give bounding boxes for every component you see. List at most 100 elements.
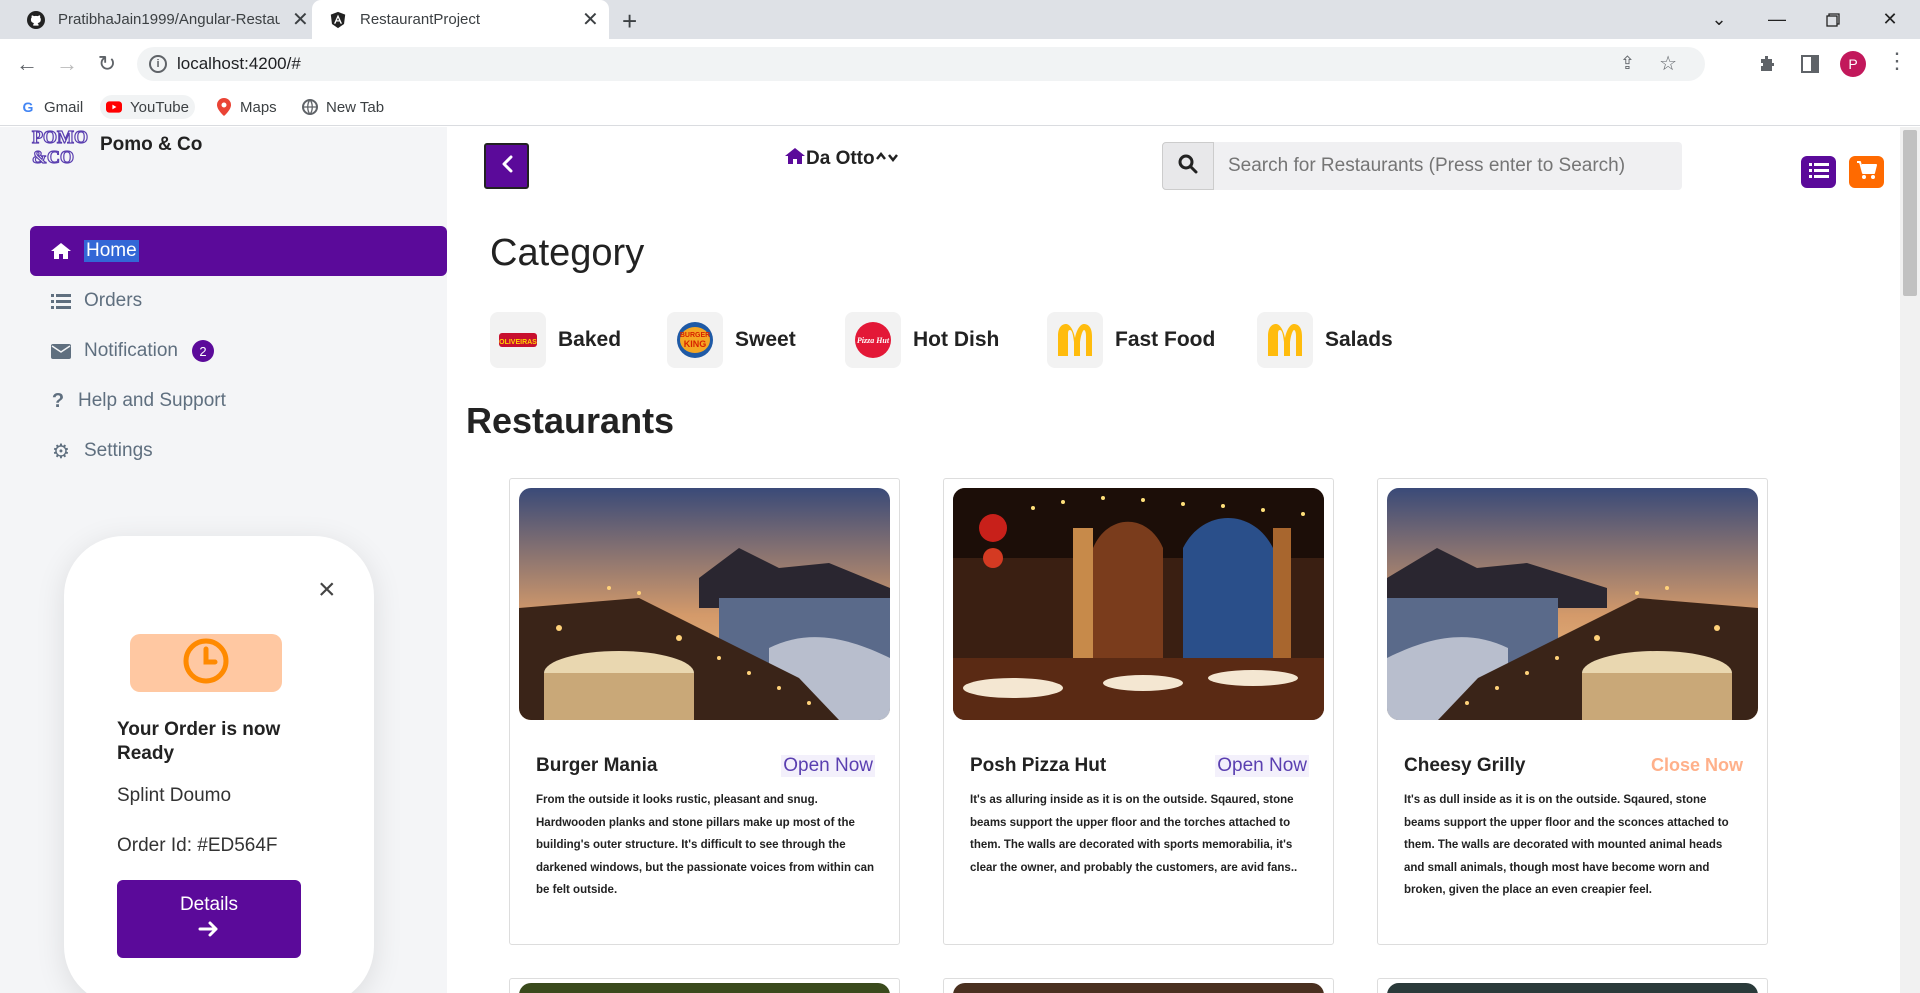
restaurant-description: It's as alluring inside as it is on the …: [970, 794, 1298, 874]
sidebar-item-settings[interactable]: ⚙ Settings: [30, 426, 447, 476]
svg-text:BURGER: BURGER: [680, 332, 710, 339]
restaurant-image: [1387, 488, 1758, 720]
restaurant-status: Open Now: [781, 755, 875, 777]
restaurant-card[interactable]: [1377, 978, 1768, 993]
envelope-icon: [50, 343, 72, 359]
category-logo: BURGER KING: [667, 312, 723, 368]
tab-restaurantproject[interactable]: RestaurantProject ✕: [312, 0, 609, 39]
sidebar-item-label: Orders: [84, 290, 143, 311]
notification-badge: 2: [192, 340, 214, 362]
minimize-icon[interactable]: —: [1749, 0, 1805, 39]
google-icon: G: [22, 99, 34, 115]
bookmark-new-tab[interactable]: New Tab: [296, 95, 390, 119]
profile-avatar[interactable]: P: [1840, 51, 1866, 77]
home-icon: [50, 242, 72, 260]
tab-search-icon[interactable]: ⌄: [1691, 0, 1747, 39]
category-label: Sweet: [735, 328, 796, 351]
cart-icon: [1856, 160, 1878, 185]
tab-close-icon[interactable]: ✕: [292, 7, 309, 32]
restaurant-name: Burger Mania: [536, 755, 658, 776]
sidebar-item-help[interactable]: ? Help and Support: [30, 376, 447, 426]
category-item-hot-dish[interactable]: Pizza Hut Hot Dish: [845, 312, 999, 368]
category-logo: [1047, 312, 1103, 368]
category-heading: Category: [490, 232, 645, 274]
list-view-button[interactable]: [1801, 156, 1836, 188]
tab-github[interactable]: PratibhaJain1999/Angular-Restau ✕: [10, 0, 310, 39]
question-icon: ?: [51, 389, 65, 412]
close-icon[interactable]: ×: [318, 573, 336, 607]
back-nav-icon[interactable]: ←: [13, 50, 41, 78]
brand-logo[interactable]: POMO &CO: [30, 126, 88, 167]
restaurant-image: [519, 488, 890, 720]
clock-badge: [130, 634, 282, 692]
side-panel-icon[interactable]: [1801, 55, 1819, 78]
menu-dots-icon[interactable]: ⋮: [1886, 48, 1908, 74]
angular-icon: [328, 10, 348, 30]
category-label: Fast Food: [1115, 328, 1216, 351]
search-input[interactable]: [1228, 155, 1668, 177]
category-item-baked[interactable]: OLIVEIRAS Baked: [490, 312, 621, 368]
restaurant-description: From the outside it looks rustic, pleasa…: [536, 794, 875, 896]
bookmark-maps[interactable]: Maps: [210, 95, 283, 119]
svg-text:OLIVEIRAS: OLIVEIRAS: [499, 339, 537, 346]
back-button[interactable]: [484, 143, 529, 189]
list-icon: [50, 293, 72, 309]
bookmark-youtube[interactable]: YouTube: [100, 95, 195, 119]
chevron-up-down-icon: [875, 148, 899, 170]
search-bar: [1162, 142, 1682, 190]
restore-icon[interactable]: [1805, 0, 1861, 39]
new-tab-icon[interactable]: +: [622, 6, 637, 37]
list-icon: [1808, 162, 1829, 183]
restaurant-card[interactable]: Posh Pizza Hut Open Now It's as alluring…: [943, 478, 1334, 945]
extensions-icon[interactable]: [1757, 54, 1777, 79]
sidebar-item-home[interactable]: Home: [30, 226, 447, 276]
maps-icon: [216, 98, 232, 116]
restaurant-card[interactable]: [509, 978, 900, 993]
order-customer-name: Splint Doumo: [117, 785, 232, 806]
share-icon[interactable]: ⇪: [1620, 53, 1635, 74]
category-item-fast-food[interactable]: Fast Food: [1047, 312, 1215, 368]
sidebar-item-label: Notification: [84, 340, 178, 361]
restaurant-status: Close Now: [1650, 755, 1743, 775]
search-button[interactable]: [1162, 142, 1214, 190]
restaurant-image: [519, 983, 890, 993]
restaurant-card[interactable]: [943, 978, 1334, 993]
location-selector[interactable]: Da Otto: [784, 147, 899, 171]
home-icon: [784, 147, 806, 171]
url-text: localhost:4200/#: [177, 54, 301, 73]
restaurant-image: [953, 983, 1324, 993]
site-info-icon[interactable]: i: [149, 55, 167, 73]
category-logo: Pizza Hut: [845, 312, 901, 368]
tab-close-icon[interactable]: ✕: [582, 7, 599, 32]
restaurant-name: Posh Pizza Hut: [970, 755, 1107, 776]
category-label: Hot Dish: [913, 328, 1000, 351]
globe-icon: [302, 99, 318, 115]
category-item-salads[interactable]: Salads: [1257, 312, 1393, 368]
restaurant-name: Cheesy Grilly: [1404, 755, 1526, 776]
svg-text:KING: KING: [684, 339, 707, 349]
sidebar-item-notification[interactable]: Notification 2: [30, 326, 447, 376]
bookmarks-bar: [0, 89, 1920, 126]
order-ready-title: Your Order is now Ready: [117, 719, 281, 764]
bookmark-gmail[interactable]: G Gmail: [14, 95, 89, 119]
category-item-sweet[interactable]: BURGER KING Sweet: [667, 312, 796, 368]
omnibox[interactable]: i localhost:4200/# ⇪ ☆: [137, 47, 1705, 81]
restaurant-card[interactable]: Burger Mania Open Now From the outside i…: [509, 478, 900, 945]
sidebar-item-orders[interactable]: Orders: [30, 276, 447, 326]
sidebar-item-label: Settings: [84, 440, 153, 461]
restaurants-heading: Restaurants: [466, 400, 675, 441]
clock-icon: [182, 637, 230, 690]
scrollbar-thumb[interactable]: [1903, 130, 1917, 296]
reload-icon[interactable]: ↻: [93, 50, 121, 78]
details-button[interactable]: Details: [117, 880, 301, 958]
cart-button[interactable]: [1849, 156, 1884, 188]
category-logo: [1257, 312, 1313, 368]
restaurant-card[interactable]: Cheesy Grilly Close Now It's as dull ins…: [1377, 478, 1768, 945]
search-icon: [1178, 154, 1198, 179]
location-name: Da Otto: [806, 148, 875, 169]
close-window-icon[interactable]: ✕: [1862, 0, 1918, 39]
forward-nav-icon[interactable]: →: [53, 50, 81, 78]
tab-title: PratibhaJain1999/Angular-Restau: [58, 11, 280, 28]
bookmark-star-icon[interactable]: ☆: [1659, 51, 1677, 76]
category-label: Baked: [558, 328, 622, 351]
